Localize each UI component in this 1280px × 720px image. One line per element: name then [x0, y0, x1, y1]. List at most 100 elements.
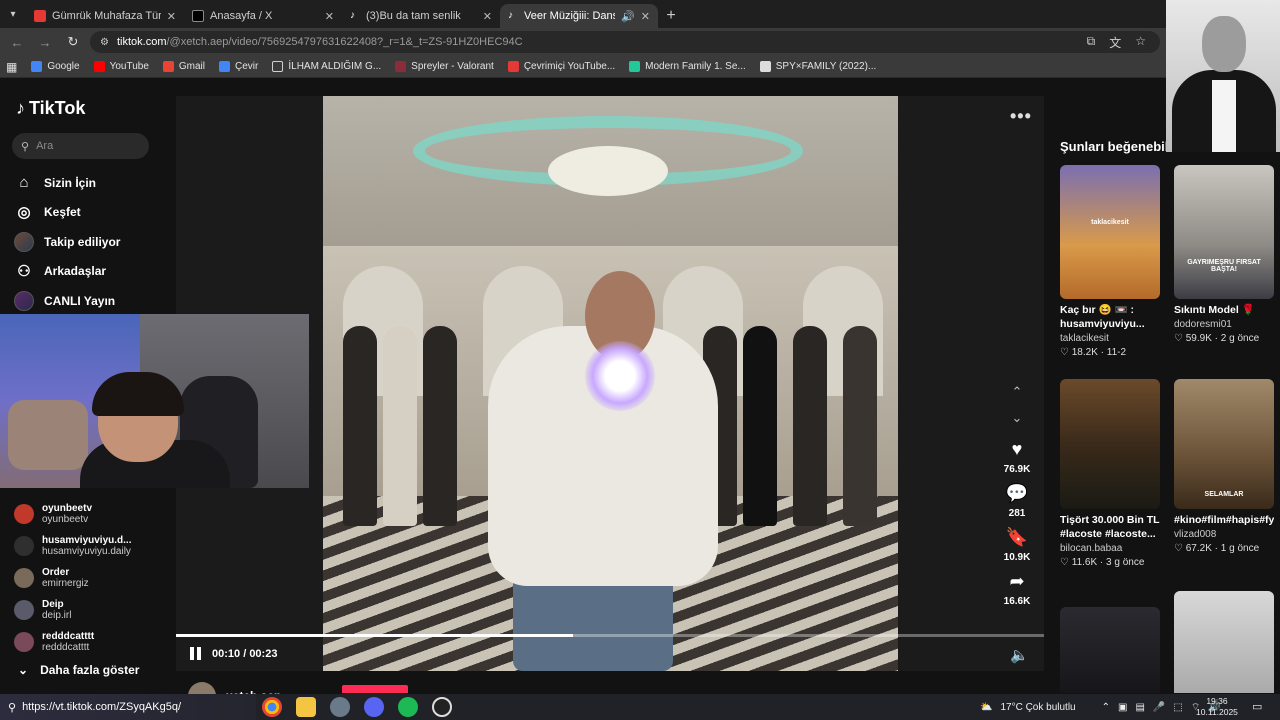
bookmark-translate[interactable]: Çevir [219, 61, 258, 72]
valorant-icon [395, 61, 407, 72]
rec-card[interactable]: Tişört 30.000 Bin TL #lacoste #lacoste..… [1060, 379, 1160, 568]
address-bar[interactable]: ⚙ tiktok.com/@xetch.aep/video/7569254797… [90, 31, 1160, 53]
rec-likes: 18.2K [1071, 347, 1098, 358]
bookmark-youtube[interactable]: YouTube [93, 61, 149, 72]
install-app-icon[interactable]: ⧉ [1087, 34, 1096, 51]
close-icon[interactable]: ✕ [167, 10, 176, 23]
new-tab-button[interactable]: + [658, 4, 684, 28]
tray-app-icon[interactable]: ▤ [1135, 702, 1144, 713]
follow-button[interactable] [342, 685, 408, 693]
modern-family-icon [629, 61, 641, 72]
app-icon[interactable] [330, 697, 350, 717]
close-icon[interactable]: ✕ [641, 10, 650, 23]
tab-search-icon[interactable]: ▾ [0, 0, 26, 28]
chevron-up-icon[interactable]: ⌃ [1102, 702, 1110, 713]
tab-4-active[interactable]: ♪ Veer Müziğiii: Dans ve Eğle 🔊 ✕ [500, 4, 658, 28]
tab-2[interactable]: Anasayfa / X ✕ [184, 4, 342, 28]
rec-meta: ♡ 67.2K · 1 g önce [1174, 543, 1260, 554]
reload-icon[interactable]: ↻ [62, 31, 84, 53]
video-progress-bar[interactable] [176, 634, 1044, 637]
bookmark-gmail[interactable]: Gmail [162, 61, 205, 72]
volume-icon[interactable]: 🔈 [1010, 646, 1029, 664]
rec-card[interactable]: SELAMLAR #kino#film#hapis#fyp vlizad008 … [1174, 379, 1274, 554]
rec-thumbnail[interactable] [1174, 591, 1274, 693]
following-account[interactable]: Order emirnergiz [14, 562, 164, 594]
rec-title: Kaç bır 😆 📼 : husamviyuviyu... [1060, 304, 1145, 330]
weather-icon[interactable]: ⛅ [980, 702, 992, 713]
account-username: redddcatttt [42, 642, 90, 653]
bookmark-youtube-converter[interactable]: Çevrimiçi YouTube... [507, 61, 615, 72]
bookmark-folder[interactable]: İLHAM ALDIĞIM G... [272, 61, 381, 72]
avatar [14, 504, 34, 524]
tab-1[interactable]: Gümrük Muhafaza Türkiye 19. ✕ [26, 4, 184, 28]
forward-icon[interactable]: → [34, 31, 56, 53]
chevron-down-icon: ⌄ [18, 663, 29, 677]
tray-app-icon[interactable]: ▣ [1118, 702, 1127, 713]
nav-for-you[interactable]: ⌂ Sizin İçin [14, 168, 164, 198]
rec-thumbnail[interactable]: taklacikesit [1060, 165, 1160, 299]
discord-icon[interactable] [364, 697, 384, 717]
bookmark-spy-family[interactable]: SPY×FAMILY (2022)... [759, 61, 877, 72]
rec-card[interactable]: GAYRIMEŞRU FIRSAT BAŞTA! Sıkıntı Model 🌹… [1174, 165, 1274, 344]
share-button[interactable]: ➦ 16.6K [1004, 571, 1031, 607]
rec-thumbnail[interactable]: GAYRIMEŞRU FIRSAT BAŞTA! [1174, 165, 1274, 299]
current-time: 00:10 [212, 647, 241, 660]
speaker-icon[interactable]: 🔊 [621, 10, 635, 23]
rec-thumbnail[interactable]: SELAMLAR [1174, 379, 1274, 509]
nav-friends[interactable]: ⚇ Arkadaşlar [14, 257, 164, 287]
following-account[interactable]: Deip deip.irl [14, 594, 164, 626]
search-input[interactable]: ⚲ Ara [12, 133, 149, 159]
microphone-icon[interactable]: 🎤 [1153, 702, 1165, 713]
rec-card[interactable] [1060, 607, 1160, 693]
apps-icon[interactable]: ▦ [6, 60, 17, 74]
rec-thumbnail[interactable] [1060, 607, 1160, 693]
taskbar-clock[interactable]: 19:36 10.11.2025 [1196, 696, 1238, 718]
rec-date: 11-2 [1106, 347, 1127, 358]
tab-3[interactable]: ♪ (3)Bu da tam senlik ✕ [342, 4, 500, 28]
more-options-icon[interactable]: ••• [1010, 106, 1032, 127]
translate-icon[interactable]: 文 [1109, 34, 1121, 51]
chrome-icon[interactable] [262, 697, 282, 717]
pause-icon[interactable] [190, 647, 202, 660]
rec-card[interactable]: taklacikesit Kaç bır 😆 📼 : husamviyuviyu… [1060, 165, 1160, 358]
bookmark-google[interactable]: Google [31, 61, 80, 72]
nav-live[interactable]: CANLI Yayın [14, 286, 164, 316]
video-frame[interactable] [323, 96, 898, 671]
chevron-down-icon[interactable]: ⌄ [1012, 405, 1023, 431]
close-icon[interactable]: ✕ [325, 10, 334, 23]
site-info-icon[interactable]: ⚙ [100, 37, 109, 48]
tab-favicon [34, 10, 46, 22]
heart-icon: ♥ [1011, 439, 1023, 459]
nav-label: Keşfet [44, 205, 81, 220]
bookmark-valorant[interactable]: Spreyler - Valorant [395, 61, 494, 72]
chevron-up-icon[interactable]: ⌃ [1012, 379, 1023, 405]
following-account[interactable]: husamviyuviyu.d... husamviyuviyu.daily [14, 530, 164, 562]
video-guest [383, 326, 417, 526]
bookmark-label: SPY×FAMILY (2022)... [775, 61, 877, 72]
tray-app-icon[interactable]: ⬚ [1173, 702, 1182, 713]
rec-thumbnail[interactable] [1060, 379, 1160, 509]
nav-following[interactable]: Takip ediliyor [14, 227, 164, 257]
close-icon[interactable]: ✕ [483, 10, 492, 23]
show-more-button[interactable]: ⌄ Daha fazla göster [18, 663, 139, 677]
comment-button[interactable]: 💬 281 [1006, 483, 1028, 519]
tiktok-logo[interactable]: ♪ TikTok [16, 98, 85, 119]
tiktok-icon: ♪ [350, 10, 355, 21]
notification-icon[interactable]: ▭ [1252, 700, 1262, 713]
weather-text[interactable]: 17°C Çok bulutlu [1000, 702, 1075, 713]
star-icon[interactable]: ☆ [1135, 34, 1146, 51]
following-account[interactable]: oyunbeetv oyunbeetv [14, 498, 164, 530]
bookmark-button[interactable]: 🔖 10.9K [1004, 527, 1031, 563]
nav-explore[interactable]: ◎ Keşfet [14, 198, 164, 228]
video-progress-fill [176, 634, 573, 637]
taskbar-search[interactable]: ⚲ https://vt.tiktok.com/ZSyqAKg5q/ [0, 694, 256, 720]
bookmark-modern-family[interactable]: Modern Family 1. Se... [629, 61, 746, 72]
file-explorer-icon[interactable] [296, 697, 316, 717]
like-button[interactable]: ♥ 76.9K [1004, 439, 1031, 475]
obs-icon[interactable] [432, 697, 452, 717]
account-name: oyunbeetv [42, 503, 93, 514]
back-icon[interactable]: ← [6, 31, 28, 53]
following-account[interactable]: redddcatttt redddcatttt [14, 626, 164, 658]
rec-card[interactable] [1174, 591, 1274, 693]
spotify-icon[interactable] [398, 697, 418, 717]
